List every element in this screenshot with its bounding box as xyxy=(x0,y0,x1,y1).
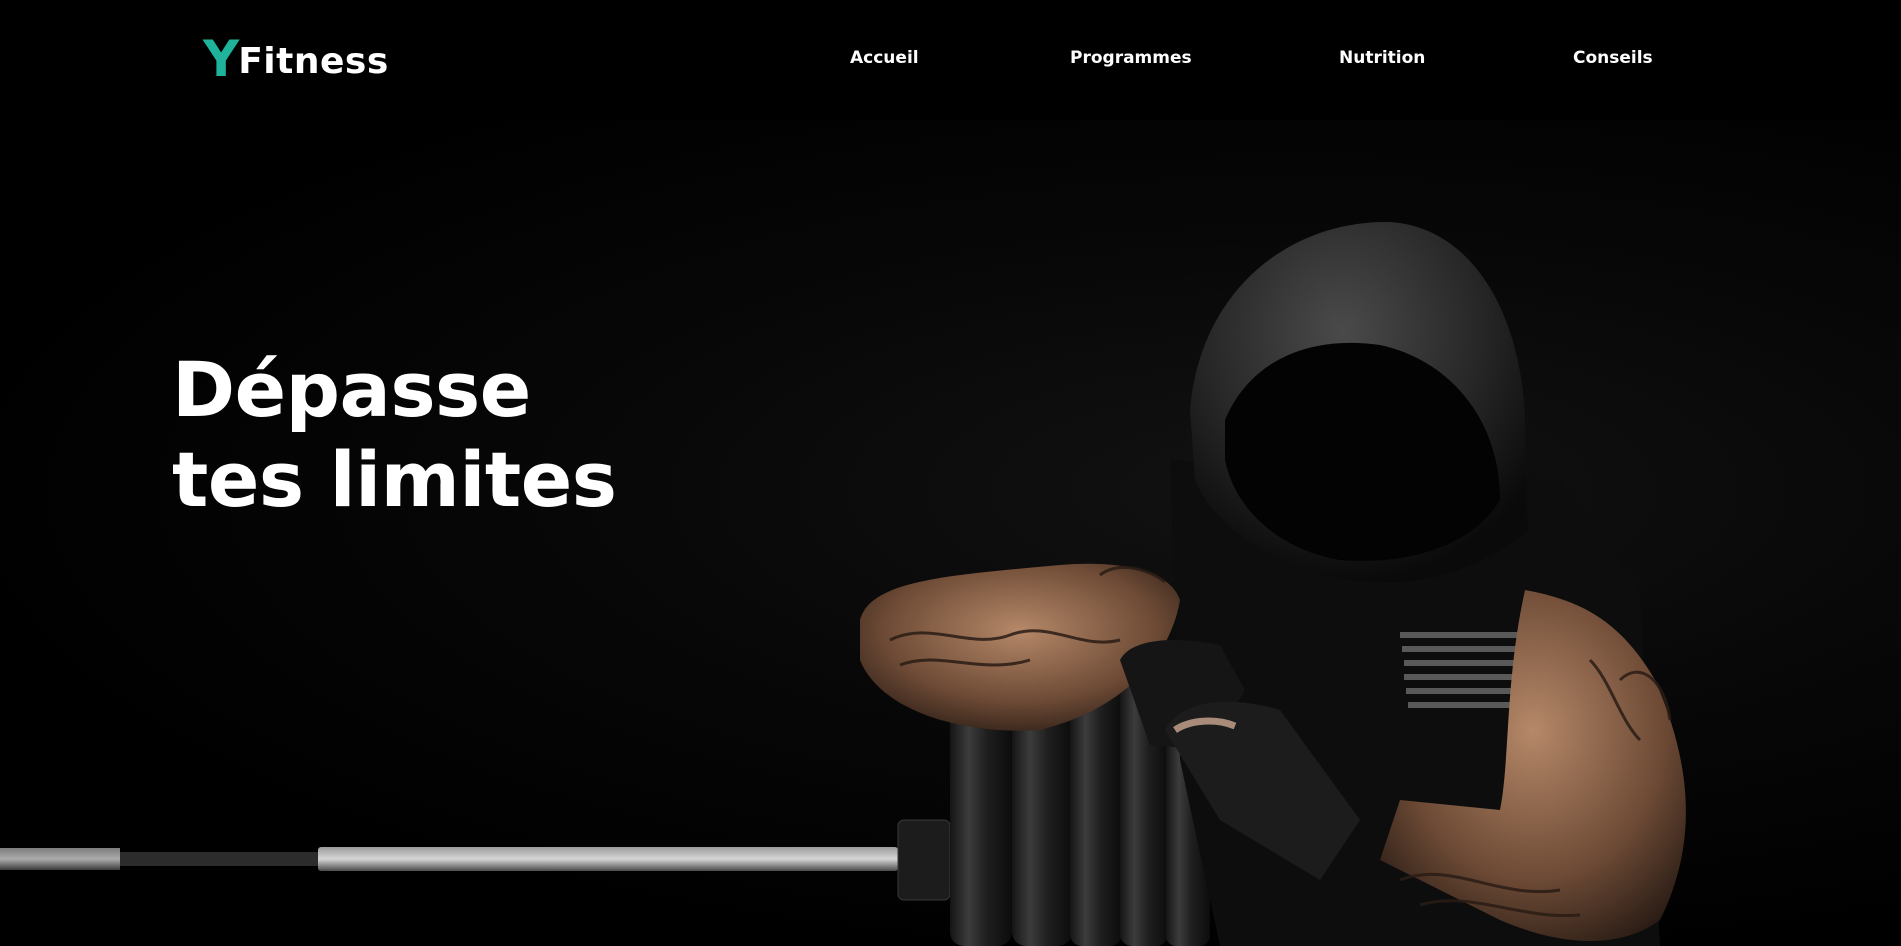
hero-image xyxy=(0,221,1686,946)
main-nav: Accueil Programmes Nutrition Conseils xyxy=(0,48,1901,72)
nav-item-programmes[interactable]: Programmes xyxy=(1070,48,1192,68)
nav-item-nutrition[interactable]: Nutrition xyxy=(1339,48,1425,68)
site-header: Y Fitness Accueil Programmes Nutrition C… xyxy=(0,0,1901,120)
hero-section: Dépasse tes limites xyxy=(0,120,1901,946)
hero-title-line2: tes limites xyxy=(172,435,617,524)
hero-title: Dépasse tes limites xyxy=(172,345,617,525)
nav-item-conseils[interactable]: Conseils xyxy=(1573,48,1653,68)
nav-item-accueil[interactable]: Accueil xyxy=(850,48,919,68)
hero-title-line1: Dépasse xyxy=(172,345,531,434)
